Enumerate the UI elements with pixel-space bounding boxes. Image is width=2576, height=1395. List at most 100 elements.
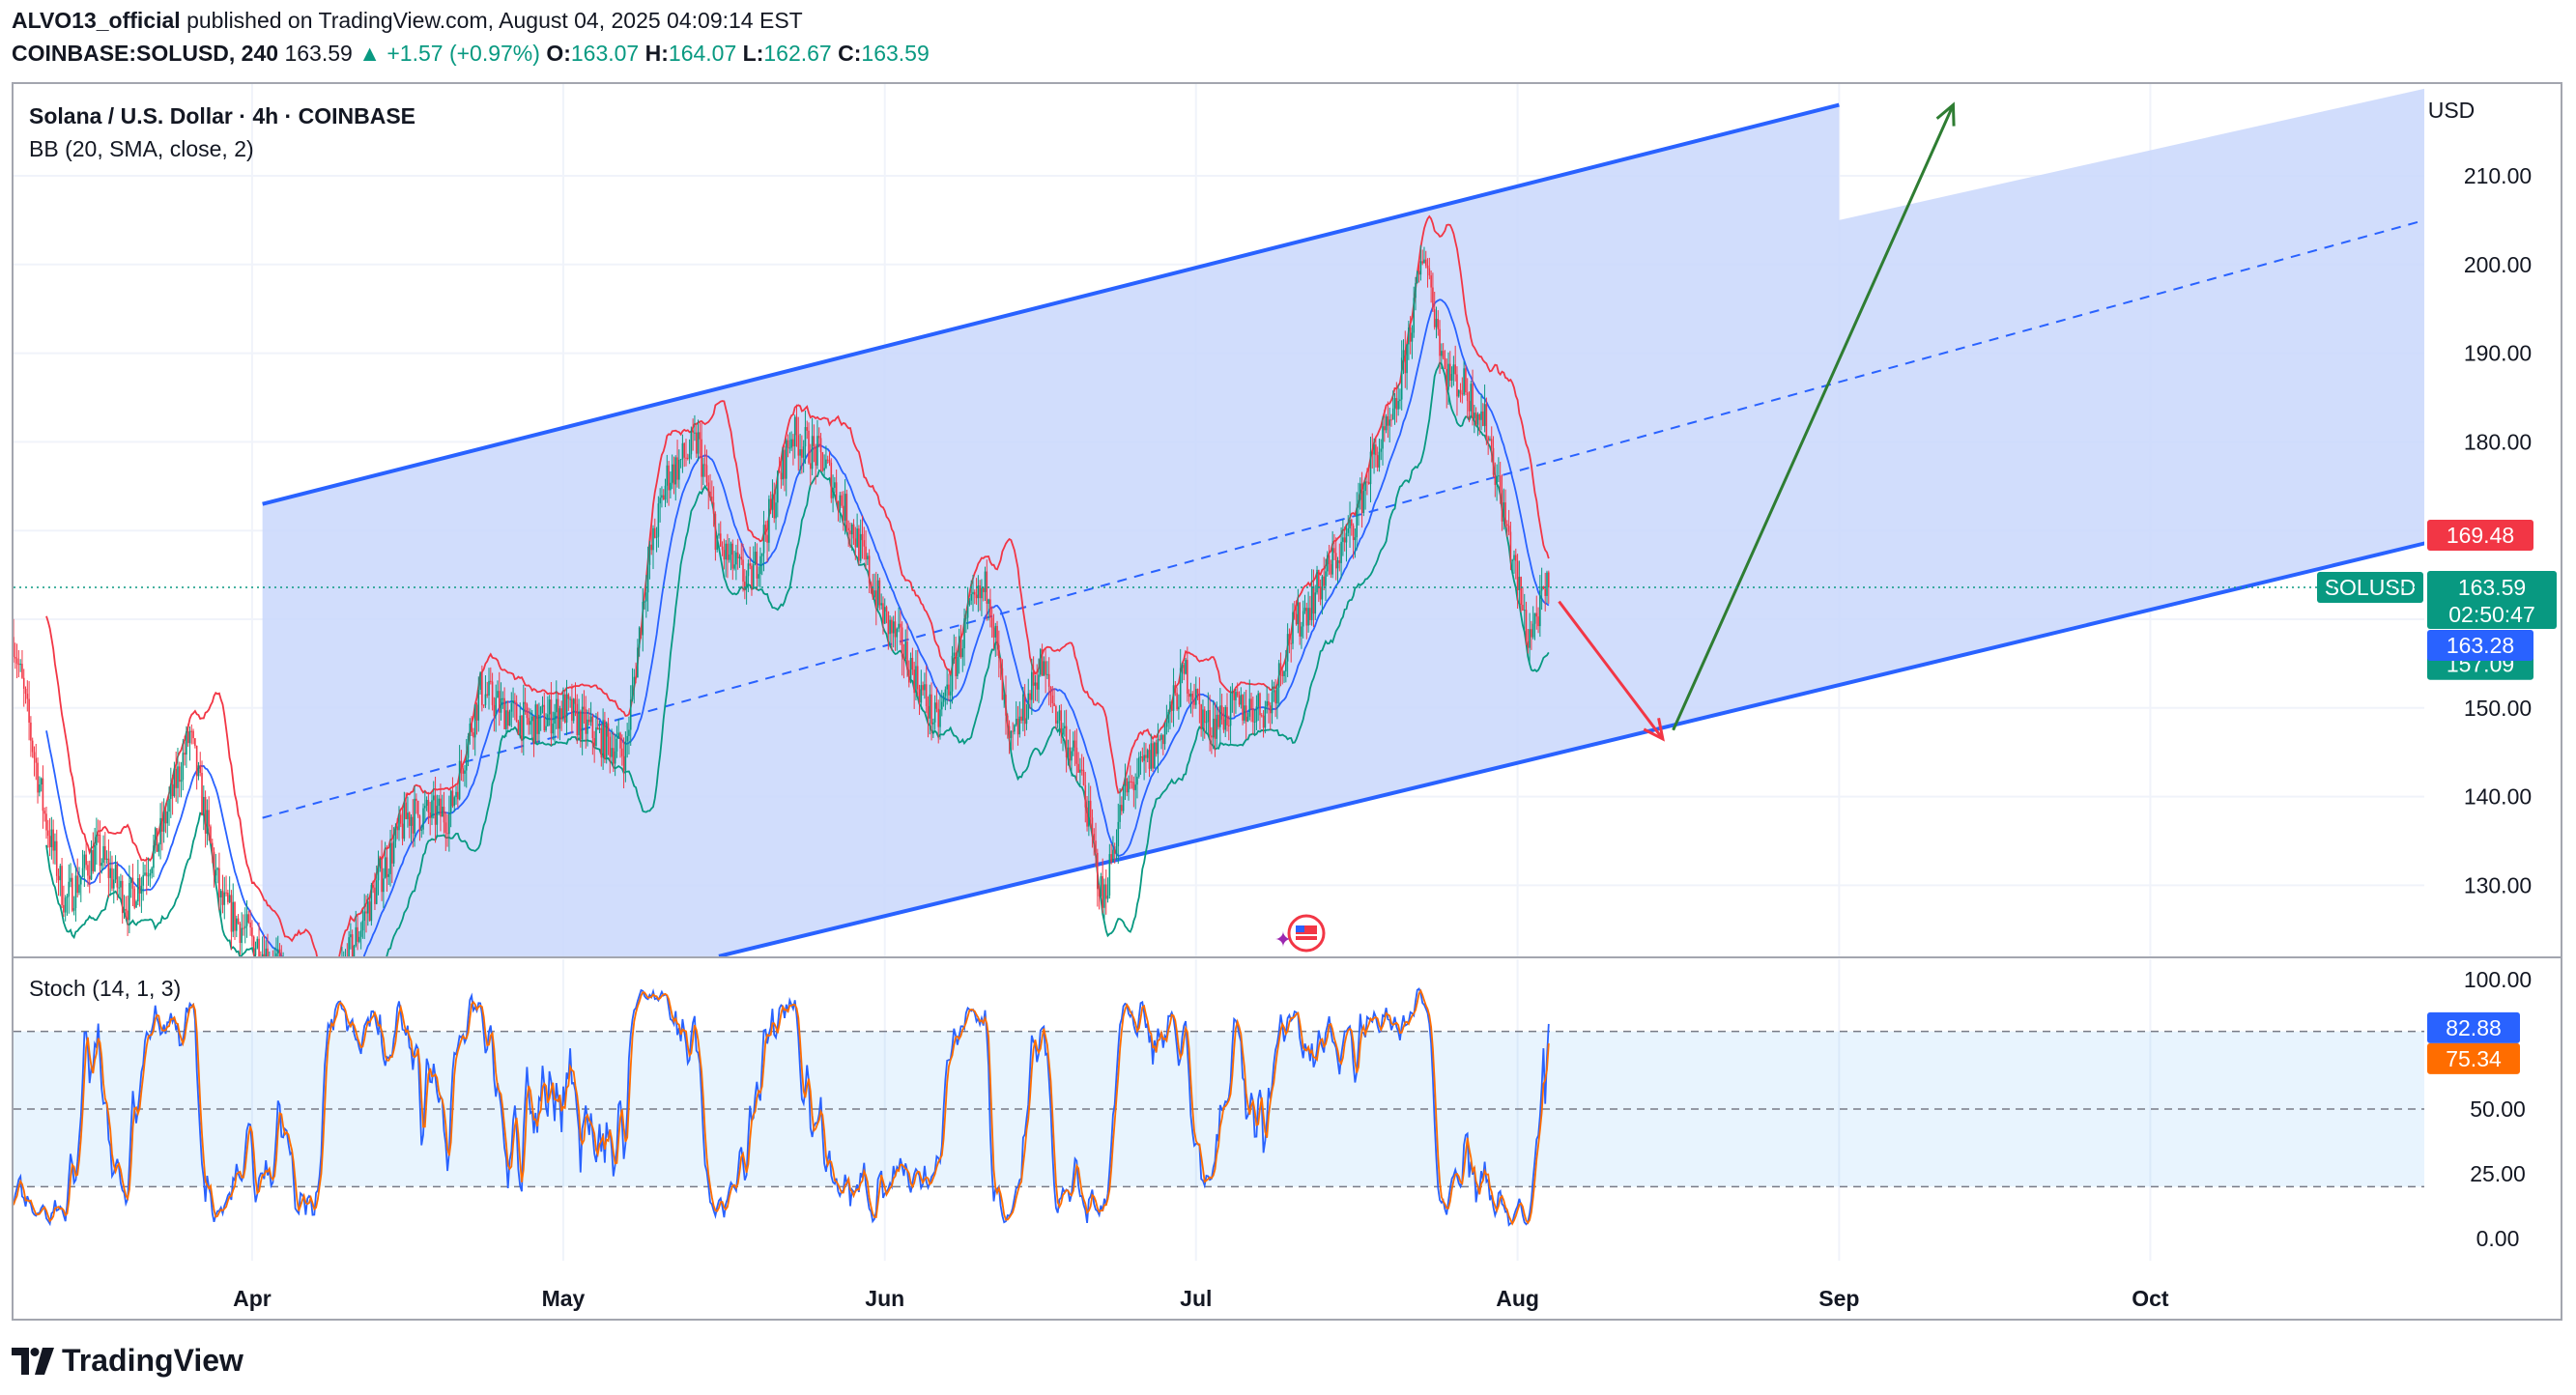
candle xyxy=(243,907,246,944)
candle-body xyxy=(1209,710,1211,736)
candle-body xyxy=(657,503,660,537)
candle-body xyxy=(1523,610,1526,612)
candle-body xyxy=(1293,612,1296,614)
candle xyxy=(201,760,203,816)
candle-body xyxy=(1413,298,1416,333)
candle xyxy=(118,876,120,897)
candle-body xyxy=(1110,854,1112,863)
stoch-tick-label: 100.00 xyxy=(2464,967,2532,992)
candle-body xyxy=(970,594,973,601)
candle-body xyxy=(127,910,129,921)
candle-body xyxy=(1336,560,1339,569)
candle-body xyxy=(1283,670,1285,676)
candle-body xyxy=(1056,720,1059,724)
candle-body xyxy=(46,830,49,837)
candle xyxy=(68,864,71,914)
candle-body xyxy=(361,920,364,931)
candle-body xyxy=(811,436,814,470)
tradingview-logo[interactable]: TradingView xyxy=(12,1343,243,1379)
candle-body xyxy=(1301,626,1302,637)
candle-body xyxy=(653,527,656,538)
price-label[interactable]: 163.5902:50:47 xyxy=(2427,571,2557,630)
event-flag-icon[interactable]: ✦ xyxy=(1274,914,1326,953)
currency-label[interactable]: USD xyxy=(2428,98,2476,123)
candle-body xyxy=(1310,586,1313,620)
candle-body xyxy=(1340,541,1342,563)
candle-body xyxy=(1345,532,1348,543)
candle-body xyxy=(1498,475,1500,477)
bb-basis-label[interactable]: 163.28 xyxy=(2427,630,2533,662)
candle-body xyxy=(813,436,816,446)
candle-body xyxy=(1286,634,1289,662)
stoch-d-label[interactable]: 75.34 xyxy=(2427,1042,2520,1074)
candle-body xyxy=(273,957,275,973)
candle-body xyxy=(357,926,358,942)
candle-body xyxy=(607,723,610,737)
candle-body xyxy=(692,430,694,433)
candle-body xyxy=(733,564,735,569)
stoch-legend[interactable]: Stoch (14, 1, 3) xyxy=(29,976,181,1001)
candle xyxy=(131,864,134,907)
candle-body xyxy=(1419,261,1422,275)
bb-legend[interactable]: BB (20, SMA, close, 2) xyxy=(29,136,254,161)
candle-body xyxy=(1191,693,1194,701)
stoch-k-label[interactable]: 82.88 xyxy=(2427,1011,2520,1043)
candle-body xyxy=(725,543,727,560)
candle-body xyxy=(1366,481,1368,483)
candle xyxy=(48,817,51,857)
candle-body xyxy=(271,967,272,968)
candle-body xyxy=(785,440,787,479)
brand-name: TradingView xyxy=(62,1343,243,1378)
candle-body xyxy=(440,798,442,817)
candle-body xyxy=(1023,694,1026,725)
candle-body xyxy=(149,872,152,876)
candle-body xyxy=(173,768,176,797)
candle-body xyxy=(916,666,919,690)
candle-body xyxy=(365,911,367,914)
candle-body xyxy=(922,685,924,691)
candle-body xyxy=(1454,364,1456,375)
candle-body xyxy=(232,901,235,932)
candle-body xyxy=(1421,261,1423,264)
candle-body xyxy=(90,850,93,880)
candle-body xyxy=(932,722,934,725)
candle xyxy=(1106,877,1109,903)
candle-body xyxy=(536,704,538,734)
candle xyxy=(102,835,104,870)
candle-body xyxy=(197,765,200,777)
candle-body xyxy=(929,694,931,719)
candle-body xyxy=(1214,718,1216,739)
candle-body xyxy=(1428,268,1431,276)
candle-body xyxy=(645,592,647,602)
candle-body xyxy=(780,472,783,480)
bb-upper-label[interactable]: 169.48 xyxy=(2427,519,2533,551)
candle-body xyxy=(482,704,485,706)
sparkle-icon: ✦ xyxy=(1274,927,1292,952)
price-channel xyxy=(262,88,2424,956)
candle-body xyxy=(859,533,862,561)
candle-body xyxy=(989,599,991,618)
candle-body xyxy=(223,892,226,905)
candle-body xyxy=(1202,709,1204,729)
countdown-label: 02:50:47 xyxy=(2448,602,2535,627)
candle-body xyxy=(96,834,98,845)
candle xyxy=(232,883,235,938)
candle-body xyxy=(898,623,900,629)
candle-body xyxy=(1148,750,1151,769)
candle-body xyxy=(1226,706,1228,726)
candle-body xyxy=(384,857,386,879)
candle-body xyxy=(351,934,354,956)
candle-body xyxy=(1295,613,1298,625)
candle-body xyxy=(891,619,893,634)
candle-body xyxy=(810,463,812,470)
x-tick-label: Aug xyxy=(1496,1286,1539,1311)
chart-canvas[interactable]: USD 130.00140.00150.00160.00170.00180.00… xyxy=(0,0,2576,1395)
candle-body xyxy=(381,859,383,893)
candle-body xyxy=(694,432,696,434)
candle-body xyxy=(1435,319,1438,327)
candle-body xyxy=(659,498,661,504)
candle-body xyxy=(1406,344,1408,374)
candle xyxy=(336,963,338,980)
candle-body xyxy=(131,877,134,889)
candle-body xyxy=(609,736,612,757)
